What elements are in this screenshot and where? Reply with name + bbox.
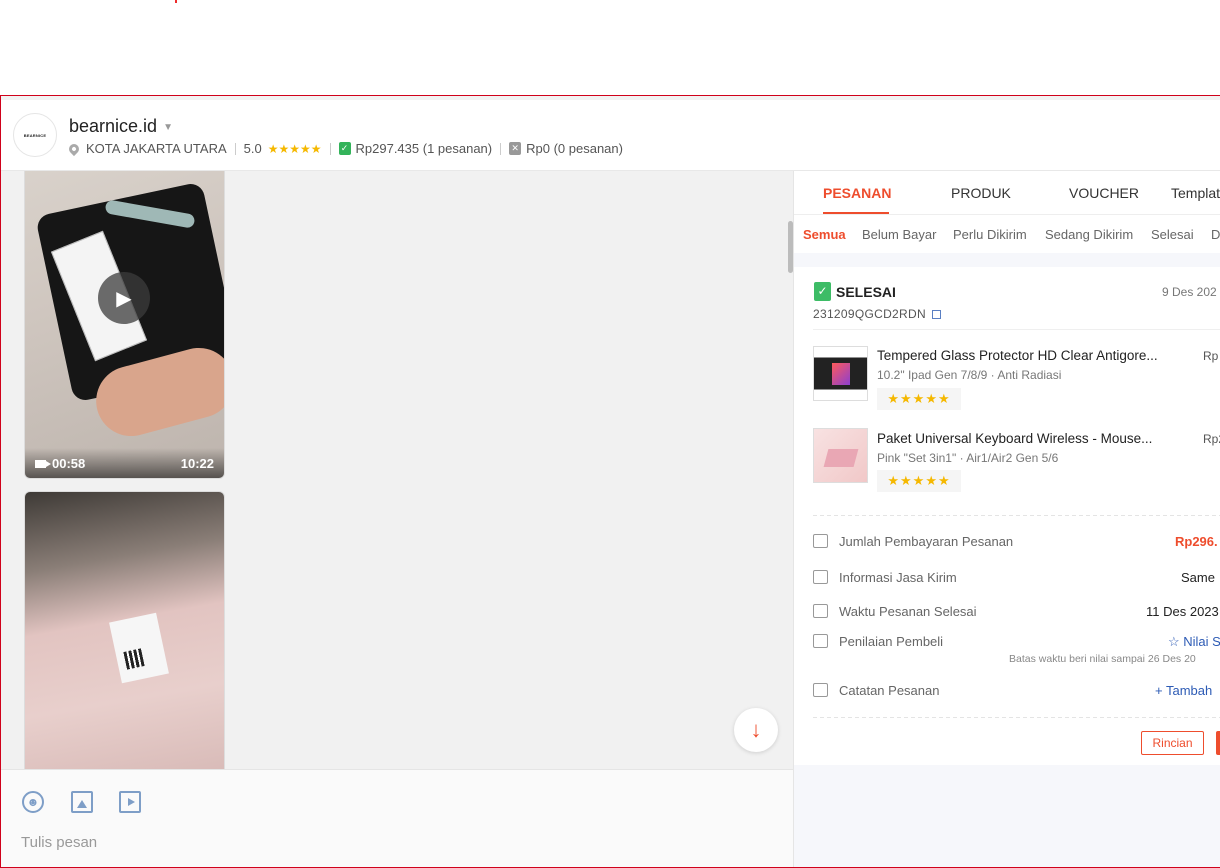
paid-orders-icon: ✓	[338, 142, 351, 155]
review-label: Penilaian Pembeli	[839, 634, 944, 649]
rating-stars-icon: ★★★★★	[267, 141, 322, 156]
product-rating-stars-icon: ★★★★★	[877, 470, 961, 492]
filter-sedang-dikirim[interactable]: Sedang Dikirim	[1045, 227, 1133, 242]
notes-row: Catatan Pesanan + Tambah	[813, 681, 1220, 701]
tab-templat[interactable]: Templat	[1171, 185, 1220, 201]
review-deadline: Batas waktu beri nilai sampai 26 Des 20	[1009, 653, 1196, 665]
shop-rating: 5.0	[243, 141, 262, 156]
divider	[813, 329, 1220, 330]
message-input[interactable]	[21, 830, 761, 854]
video-camera-icon	[35, 459, 51, 468]
add-note-button[interactable]: + Tambah	[1155, 683, 1212, 698]
scroll-to-bottom-button[interactable]: ↓	[734, 708, 778, 752]
chat-messages[interactable]: ▶ 00:58 10:22 ↓	[1, 171, 793, 769]
filter-more[interactable]: D	[1211, 227, 1220, 242]
meta-divider	[234, 142, 236, 155]
product-variant: Pink "Set 3in1" · Air1/Air2 Gen 5/6	[877, 451, 1059, 465]
top-marker	[175, 0, 177, 3]
product-price: Rp	[1203, 349, 1219, 363]
payment-label: Jumlah Pembayaran Pesanan	[839, 534, 1014, 549]
cancelled-orders-icon: ✕	[509, 142, 522, 155]
play-icon[interactable]: ▶	[98, 272, 150, 324]
divider	[813, 717, 1220, 718]
truck-icon	[813, 570, 828, 584]
location-pin-icon	[66, 141, 82, 156]
order-date: 9 Des 202	[1162, 285, 1217, 299]
product-price: Rp2	[1203, 432, 1220, 446]
payment-row: Jumlah Pembayaran Pesanan Rp296.	[813, 532, 1220, 552]
product-thumbnail[interactable]	[813, 346, 868, 401]
video-message[interactable]: ▶ 00:58 10:22	[24, 171, 225, 479]
video-info-bar: 00:58 10:22	[25, 448, 224, 478]
active-tab-indicator	[823, 212, 889, 214]
product-name[interactable]: Tempered Glass Protector HD Clear Antigo…	[877, 348, 1158, 363]
product-name[interactable]: Paket Universal Keyboard Wireless - Mous…	[877, 431, 1152, 446]
product-rating-stars-icon: ★★★★★	[877, 388, 961, 410]
wallet-icon	[813, 534, 828, 548]
shop-name[interactable]: bearnice.id ▼	[69, 116, 173, 137]
shipping-value: Same	[1181, 570, 1215, 585]
order-id-text: 231209QGCD2RDN	[813, 307, 926, 321]
shipping-label: Informasi Jasa Kirim	[839, 570, 957, 585]
completed-value: 11 Des 2023	[1146, 604, 1219, 619]
product-thumbnail[interactable]	[813, 428, 868, 483]
filter-semua[interactable]: Semua	[803, 227, 846, 242]
cancelled-orders-total: Rp0 (0 pesanan)	[526, 141, 623, 156]
panel-tabs: PESANAN PRODUK VOUCHER Templat	[794, 171, 1220, 215]
filter-selesai[interactable]: Selesai	[1151, 227, 1194, 242]
video-thumbnail-qr	[123, 648, 145, 670]
meta-divider	[329, 142, 331, 155]
tab-produk[interactable]: PRODUK	[951, 185, 1011, 201]
calendar-icon	[813, 604, 828, 618]
meta-divider	[500, 142, 502, 155]
video-duration-text: 00:58	[52, 456, 86, 471]
rate-button[interactable]: ☆ Nilai S	[1168, 634, 1220, 650]
tab-pesanan[interactable]: PESANAN	[823, 185, 891, 201]
review-icon	[813, 634, 828, 648]
copy-icon[interactable]	[931, 309, 941, 319]
shop-meta: KOTA JAKARTA UTARA 5.0 ★★★★★ ✓ Rp297.435…	[66, 141, 623, 156]
product-variant: 10.2" Ipad Gen 7/8/9 · Anti Radiasi	[877, 368, 1062, 382]
filter-belum-bayar[interactable]: Belum Bayar	[862, 227, 936, 242]
primary-action-button[interactable]	[1216, 731, 1220, 755]
shop-location: KOTA JAKARTA UTARA	[86, 141, 227, 156]
chat-header: BEARNICE bearnice.id ▼ KOTA JAKARTA UTARA…	[1, 96, 1220, 171]
order-card: ✓ SELESAI 9 Des 202 231209QGCD2RDN Tempe…	[794, 267, 1220, 765]
video-message[interactable]	[24, 491, 225, 769]
completed-row: Waktu Pesanan Selesai 11 Des 2023	[813, 602, 1220, 622]
order-id: 231209QGCD2RDN	[813, 307, 941, 321]
completed-label: Waktu Pesanan Selesai	[839, 604, 977, 619]
note-icon	[813, 683, 828, 697]
chevron-down-icon[interactable]: ▼	[163, 122, 173, 133]
check-badge-icon: ✓	[814, 282, 831, 301]
order-status-filters: Semua Belum Bayar Perlu Dikirim Sedang D…	[794, 215, 1220, 253]
details-button[interactable]: Rincian	[1141, 731, 1204, 755]
image-icon[interactable]	[71, 791, 93, 813]
order-status: SELESAI	[836, 284, 896, 300]
divider	[813, 515, 1220, 516]
message-composer: ☻	[1, 769, 793, 867]
order-panel: PESANAN PRODUK VOUCHER Templat Semua Bel…	[793, 171, 1220, 867]
notes-label: Catatan Pesanan	[839, 683, 940, 698]
shipping-row: Informasi Jasa Kirim Same	[813, 568, 1220, 588]
video-duration: 00:58	[35, 456, 85, 471]
shop-name-text[interactable]: bearnice.id	[69, 116, 157, 136]
paid-orders-total: Rp297.435 (1 pesanan)	[355, 141, 493, 156]
review-row: Penilaian Pembeli ☆ Nilai S Batas waktu …	[813, 632, 1220, 668]
header-top-line	[1, 96, 1220, 100]
emoji-icon[interactable]: ☻	[22, 791, 44, 813]
panel-gap	[794, 253, 1220, 267]
message-time: 10:22	[180, 456, 214, 471]
video-icon[interactable]	[119, 791, 141, 813]
tab-voucher[interactable]: VOUCHER	[1069, 185, 1139, 201]
chat-window: BEARNICE bearnice.id ▼ KOTA JAKARTA UTARA…	[0, 95, 1220, 868]
filter-perlu-dikirim[interactable]: Perlu Dikirim	[953, 227, 1027, 242]
payment-value: Rp296.	[1175, 534, 1218, 549]
shop-avatar[interactable]: BEARNICE	[13, 113, 57, 157]
